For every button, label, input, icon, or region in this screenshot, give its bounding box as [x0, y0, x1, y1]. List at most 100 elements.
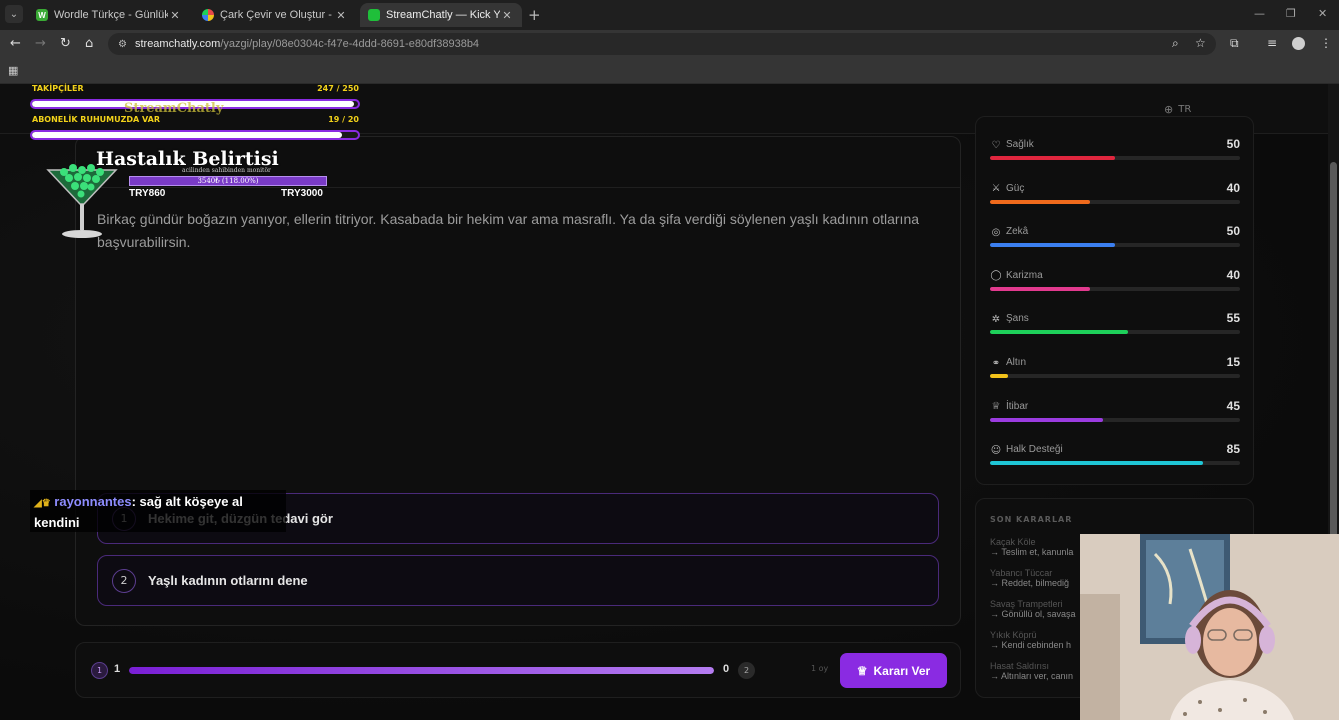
subs-goal-label: ABONELİK RUHUMUZDA VAR: [32, 115, 161, 124]
chat-bubble-icon: ◯: [990, 270, 1002, 282]
followers-goal-value: 247 / 250: [317, 84, 359, 93]
tab-title: Çark Çevir ve Oluştur - Ücretsiz: [220, 9, 334, 21]
stat-name: Zekâ: [1006, 226, 1029, 238]
sword-icon: ⚔: [991, 183, 1001, 195]
browser-tab-streamchatly[interactable]: StreamChatly — Kick Yayıncıları ✕: [360, 3, 522, 27]
stat-fill: [990, 374, 1008, 378]
stat-track: [990, 330, 1240, 335]
close-tab-icon[interactable]: ✕: [334, 9, 348, 22]
heart-icon: ♡: [991, 139, 1001, 151]
bookmarks-bar: ▦: [0, 58, 1339, 84]
wheel-favicon-icon: [202, 9, 214, 21]
stat-row: ⚭ Altın 15: [990, 355, 1240, 395]
close-window-icon[interactable]: ✕: [1318, 7, 1327, 20]
url-path: /yazgi/play/08e0304c-f47e-4ddd-8691-e80d…: [220, 38, 480, 50]
stat-value: 55: [1226, 311, 1240, 326]
stat-row: ♕ İtibar 45: [990, 399, 1240, 439]
address-bar-row: ← → ↻ ⌂ ⚙ streamchatly.com/yazgi/play/08…: [0, 30, 1339, 58]
decide-button[interactable]: ♕ Kararı Ver: [840, 653, 947, 688]
stats-panel: ♡ Sağlık 50 ⚔ Güç 40 ◎ Zekâ 50 ◯ Karizma 40 ✲ Şans 55 ⚭…: [975, 116, 1254, 485]
stat-row: ◎ Zekâ 50: [990, 224, 1240, 264]
choice-number: 2: [112, 568, 136, 593]
brain-icon: ◎: [991, 226, 1001, 238]
extensions-puzzle-icon[interactable]: ⧉: [1230, 36, 1239, 51]
stat-row: ⚔ Güç 40: [990, 181, 1240, 221]
zoom-icon[interactable]: ⌕: [1172, 36, 1179, 51]
tab-title: StreamChatly — Kick Yayıncıları: [386, 9, 500, 21]
stat-name: Güç: [1006, 182, 1025, 194]
donation-goal-track: 3540₺ (118.00%): [129, 176, 327, 186]
streamer-webcam-image: [1080, 534, 1339, 720]
globe-icon: ⊕: [1164, 103, 1174, 116]
url-field[interactable]: ⚙ streamchatly.com/yazgi/play/08e0304c-f…: [108, 33, 1216, 55]
option-1-badge: 1: [91, 662, 108, 679]
browser-tab-wordle[interactable]: W Wordle Türkçe - Günlük Kelime ✕: [28, 3, 190, 27]
streamchatly-favicon-icon: [368, 9, 380, 21]
stat-row: ✲ Şans 55: [990, 311, 1240, 351]
stat-fill: [990, 330, 1128, 335]
vote-total: 1 oy: [811, 664, 829, 673]
language-switch[interactable]: ⊕ TR: [1164, 103, 1191, 116]
subs-goal-track: [30, 130, 360, 140]
stat-track: [990, 156, 1240, 160]
stat-name: Şans: [1006, 313, 1029, 325]
new-tab-icon[interactable]: +: [528, 6, 541, 24]
stat-name: Karizma: [1006, 269, 1043, 281]
stat-fill: [990, 156, 1115, 160]
tab-search-chevron-icon[interactable]: ⌄: [5, 5, 23, 23]
close-tab-icon[interactable]: ✕: [500, 9, 514, 22]
stat-name: Altın: [1006, 357, 1027, 368]
clover-icon: ✲: [991, 313, 1001, 325]
bookmark-star-icon[interactable]: ☆: [1195, 36, 1206, 50]
media-controls-icon[interactable]: ≡: [1267, 36, 1277, 50]
stat-fill: [990, 286, 1090, 291]
vote-split-track: [129, 667, 714, 674]
stat-track: [990, 417, 1240, 422]
stat-row: ♡ Sağlık 50: [990, 137, 1240, 177]
wordle-favicon-icon: W: [36, 9, 48, 21]
stat-value: 15: [1226, 355, 1240, 369]
stat-track: [990, 461, 1240, 466]
stat-track: [990, 374, 1240, 378]
stat-fill: [990, 461, 1203, 466]
menu-kebab-icon[interactable]: ⋮: [1320, 36, 1332, 50]
donation-goal-subtitle: acilinden sahibinden monitör: [182, 167, 271, 174]
site-settings-icon[interactable]: ⚙: [118, 39, 127, 50]
stat-track: [990, 286, 1240, 291]
restore-icon[interactable]: ❐: [1286, 7, 1296, 20]
donation-goal-progress: 3540₺ (118.00%): [197, 177, 259, 185]
stat-fill: [990, 199, 1090, 204]
cocktail-glass-icon: [46, 164, 118, 238]
stat-row: ☺ Halk Desteği 85: [990, 442, 1240, 482]
language-label: TR: [1178, 104, 1192, 115]
forward-arrow-icon[interactable]: →: [35, 36, 46, 51]
home-icon[interactable]: ⌂: [85, 36, 93, 51]
stat-fill: [990, 417, 1103, 422]
close-tab-icon[interactable]: ✕: [168, 9, 182, 22]
profile-avatar[interactable]: [1292, 37, 1305, 50]
site-logo-watermark: StreamChatly: [124, 101, 224, 116]
stat-fill: [990, 243, 1115, 248]
donation-goal-max: TRY3000: [281, 188, 323, 199]
apps-grid-icon[interactable]: ▦: [8, 64, 18, 77]
chat-badges: ◢♛: [34, 498, 51, 509]
people-icon: ☺: [990, 444, 1002, 456]
choice-option-2[interactable]: 2 Yaşlı kadının otlarını dene: [97, 555, 939, 606]
stat-name: Halk Desteği: [1006, 444, 1063, 456]
followers-goal-label: TAKİPÇİLER: [32, 84, 84, 93]
choice-label: Yaşlı kadının otlarını dene: [148, 573, 308, 588]
stat-value: 50: [1226, 137, 1240, 151]
stat-row: ◯ Karizma 40: [990, 268, 1240, 308]
stat-name: Sağlık: [1006, 139, 1034, 150]
story-text: Birkaç gündür boğazın yanıyor, ellerin t…: [97, 211, 920, 250]
stat-name: İtibar: [1006, 400, 1029, 412]
story-card: Birkaç gündür boğazın yanıyor, ellerin t…: [75, 136, 961, 626]
coins-icon: ⚭: [991, 357, 1001, 369]
url-host: streamchatly.com: [134, 38, 221, 50]
reload-icon[interactable]: ↻: [60, 36, 71, 51]
option-2-badge: 2: [738, 662, 755, 679]
subs-goal-fill: [32, 132, 342, 138]
minimize-icon[interactable]: —: [1254, 7, 1265, 20]
back-arrow-icon[interactable]: ←: [10, 36, 21, 51]
browser-tab-wheel[interactable]: Çark Çevir ve Oluştur - Ücretsiz ✕: [194, 3, 356, 27]
